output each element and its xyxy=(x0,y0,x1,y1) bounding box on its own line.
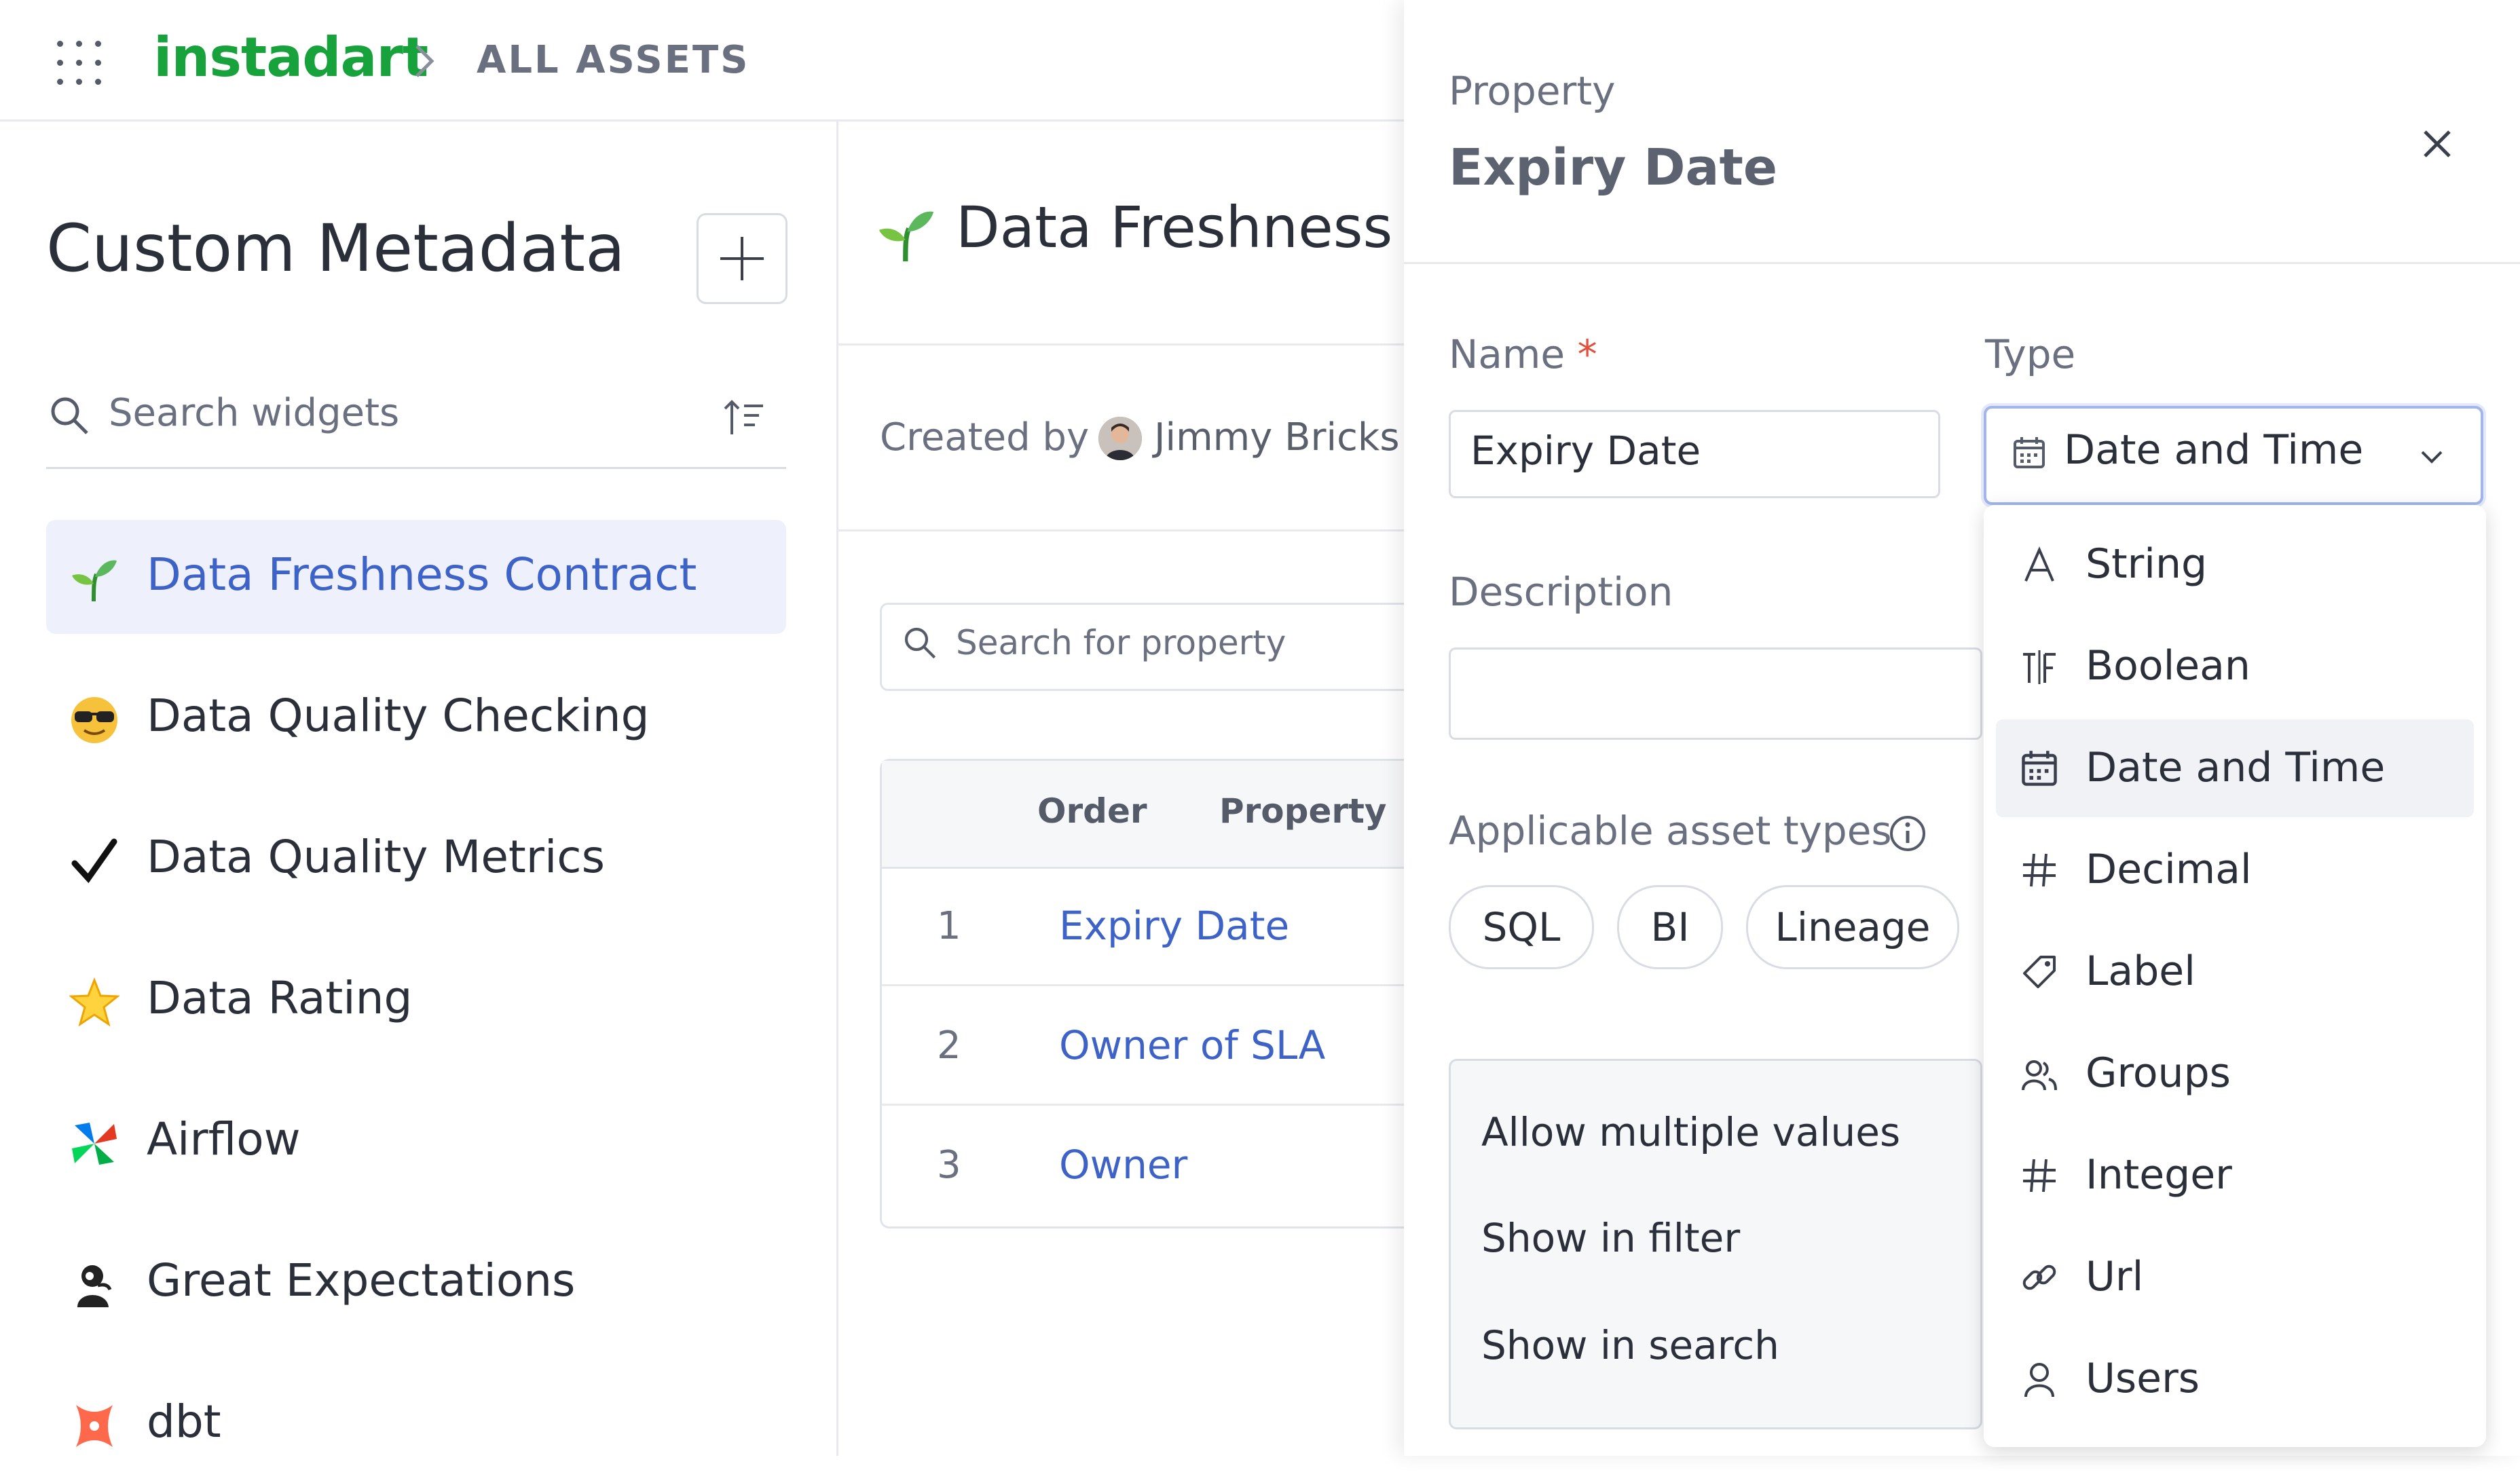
type-option-label: Date and Time xyxy=(2086,744,2386,791)
panel-title: Custom Metadata xyxy=(46,210,625,286)
creator-name[interactable]: Jimmy Bricks xyxy=(1154,415,1400,460)
drawer-title: Expiry Date xyxy=(1449,138,1778,197)
true-false-icon xyxy=(2020,648,2058,686)
letter-a-icon xyxy=(2020,546,2058,584)
dbt-icon xyxy=(69,1401,119,1451)
table-row-property-link[interactable]: Owner xyxy=(1059,1142,1187,1188)
calendar-icon xyxy=(2012,436,2046,470)
widget-item-label: Data Quality Checking xyxy=(147,690,650,742)
widget-item-dbt[interactable]: dbt xyxy=(46,1367,786,1481)
chevron-down-icon xyxy=(2418,443,2445,470)
type-option-label: Url xyxy=(2086,1253,2144,1300)
widget-item-label: Data Freshness Contract xyxy=(147,548,697,601)
sprout-icon xyxy=(69,554,119,604)
search-icon xyxy=(903,626,937,660)
widget-item-airflow[interactable]: Airflow xyxy=(46,1085,786,1199)
type-option-label: String xyxy=(2086,540,2208,588)
name-label: Name * xyxy=(1449,331,1597,377)
widget-item-data-rating[interactable]: Data Rating xyxy=(46,943,786,1057)
user-icon xyxy=(2020,1360,2058,1398)
type-option-label-text: Label xyxy=(2086,948,2195,995)
name-input-value[interactable]: Expiry Date xyxy=(1470,428,1701,474)
table-row-property-link[interactable]: Owner of SLA xyxy=(1059,1022,1325,1068)
airflow-pinwheel-icon xyxy=(69,1119,119,1169)
name-label-text: Name xyxy=(1449,331,1565,377)
widget-item-data-quality-checking[interactable]: Data Quality Checking xyxy=(46,661,786,775)
option-allow-multiple-values[interactable]: Allow multiple values xyxy=(1481,1109,1900,1155)
divider xyxy=(838,529,1404,531)
users-group-icon xyxy=(2020,1055,2058,1093)
created-by-label: Created by xyxy=(880,415,1090,460)
close-icon[interactable] xyxy=(2415,122,2459,166)
sort-icon[interactable] xyxy=(722,396,766,440)
widget-item-label: Data Rating xyxy=(147,972,413,1024)
search-widgets-input[interactable]: Search widgets xyxy=(109,391,399,435)
breadcrumb-chevron-icon xyxy=(411,37,439,84)
link-icon xyxy=(2020,1258,2058,1296)
search-property-input[interactable]: Search for property xyxy=(956,623,1286,662)
app-grid-icon[interactable] xyxy=(57,41,102,86)
description-label: Description xyxy=(1449,569,1673,615)
info-icon[interactable] xyxy=(1889,814,1927,852)
widget-item-label: Great Expectations xyxy=(147,1254,576,1307)
breadcrumb-all-assets[interactable]: ALL ASSETS xyxy=(477,38,749,82)
asset-type-chip-sql[interactable]: SQL xyxy=(1449,885,1594,969)
type-option-date-and-time[interactable]: Date and Time xyxy=(1996,719,2474,817)
asset-type-chip-lineage[interactable]: Lineage xyxy=(1746,885,1959,969)
table-row-property-link[interactable]: Expiry Date xyxy=(1059,903,1289,949)
type-option-label: Users xyxy=(2086,1355,2200,1402)
type-option-decimal[interactable]: Decimal xyxy=(1996,821,2474,919)
type-option-label: Boolean xyxy=(2086,642,2250,690)
type-option-label: Integer xyxy=(2086,1151,2232,1199)
option-show-in-filter[interactable]: Show in filter xyxy=(1481,1215,1740,1261)
row-divider xyxy=(882,1104,1405,1106)
table-row-order: 1 xyxy=(937,904,961,948)
drawer-kicker: Property xyxy=(1449,68,1616,114)
type-label: Type xyxy=(1985,331,2076,377)
description-field[interactable] xyxy=(1449,648,1982,740)
column-header-order[interactable]: Order xyxy=(1037,791,1147,831)
divider xyxy=(838,343,1404,345)
widget-item-data-quality-metrics[interactable]: Data Quality Metrics xyxy=(46,802,786,916)
hash-icon xyxy=(2020,1157,2058,1195)
search-icon xyxy=(49,395,88,434)
avatar xyxy=(1098,417,1142,460)
column-header-property[interactable]: Property xyxy=(1219,791,1387,831)
type-option-label: Decimal xyxy=(2086,846,2252,893)
widget-item-label: Data Quality Metrics xyxy=(147,831,605,883)
calendar-icon xyxy=(2020,749,2058,787)
type-option-url[interactable]: Url xyxy=(1996,1229,2474,1326)
type-select-value[interactable]: Date and Time xyxy=(2064,426,2363,474)
required-mark: * xyxy=(1577,331,1597,377)
type-option-label[interactable]: Label xyxy=(1996,923,2474,1021)
widget-item-data-freshness-contract[interactable]: Data Freshness Contract xyxy=(46,520,786,634)
asset-type-chip-bi[interactable]: BI xyxy=(1617,885,1723,969)
type-option-groups[interactable]: Groups xyxy=(1996,1025,2474,1123)
tag-icon xyxy=(2020,953,2058,991)
type-option-boolean[interactable]: Boolean xyxy=(1996,618,2474,715)
brand-logo[interactable]: instadart xyxy=(153,26,428,89)
sprout-icon xyxy=(876,204,937,265)
table-row-order: 3 xyxy=(937,1143,961,1187)
widget-item-label: Airflow xyxy=(147,1113,301,1165)
row-divider xyxy=(882,984,1405,986)
type-option-label: Groups xyxy=(2086,1049,2231,1097)
add-widget-button[interactable] xyxy=(697,213,788,304)
asset-types-label: Applicable asset types xyxy=(1449,808,1892,854)
option-show-in-search[interactable]: Show in search xyxy=(1481,1322,1779,1368)
great-expectations-icon xyxy=(69,1260,119,1310)
checkmark-icon xyxy=(69,836,119,886)
star-icon xyxy=(69,977,119,1028)
divider xyxy=(1404,262,2520,264)
widget-item-great-expectations[interactable]: Great Expectations xyxy=(46,1226,786,1340)
hash-icon xyxy=(2020,851,2058,889)
type-option-string[interactable]: String xyxy=(1996,516,2474,614)
type-option-users[interactable]: Users xyxy=(1996,1330,2474,1428)
sunglasses-face-icon xyxy=(69,695,119,745)
widget-item-label: dbt xyxy=(147,1395,221,1448)
table-row-order: 2 xyxy=(937,1024,961,1068)
type-option-integer[interactable]: Integer xyxy=(1996,1127,2474,1224)
